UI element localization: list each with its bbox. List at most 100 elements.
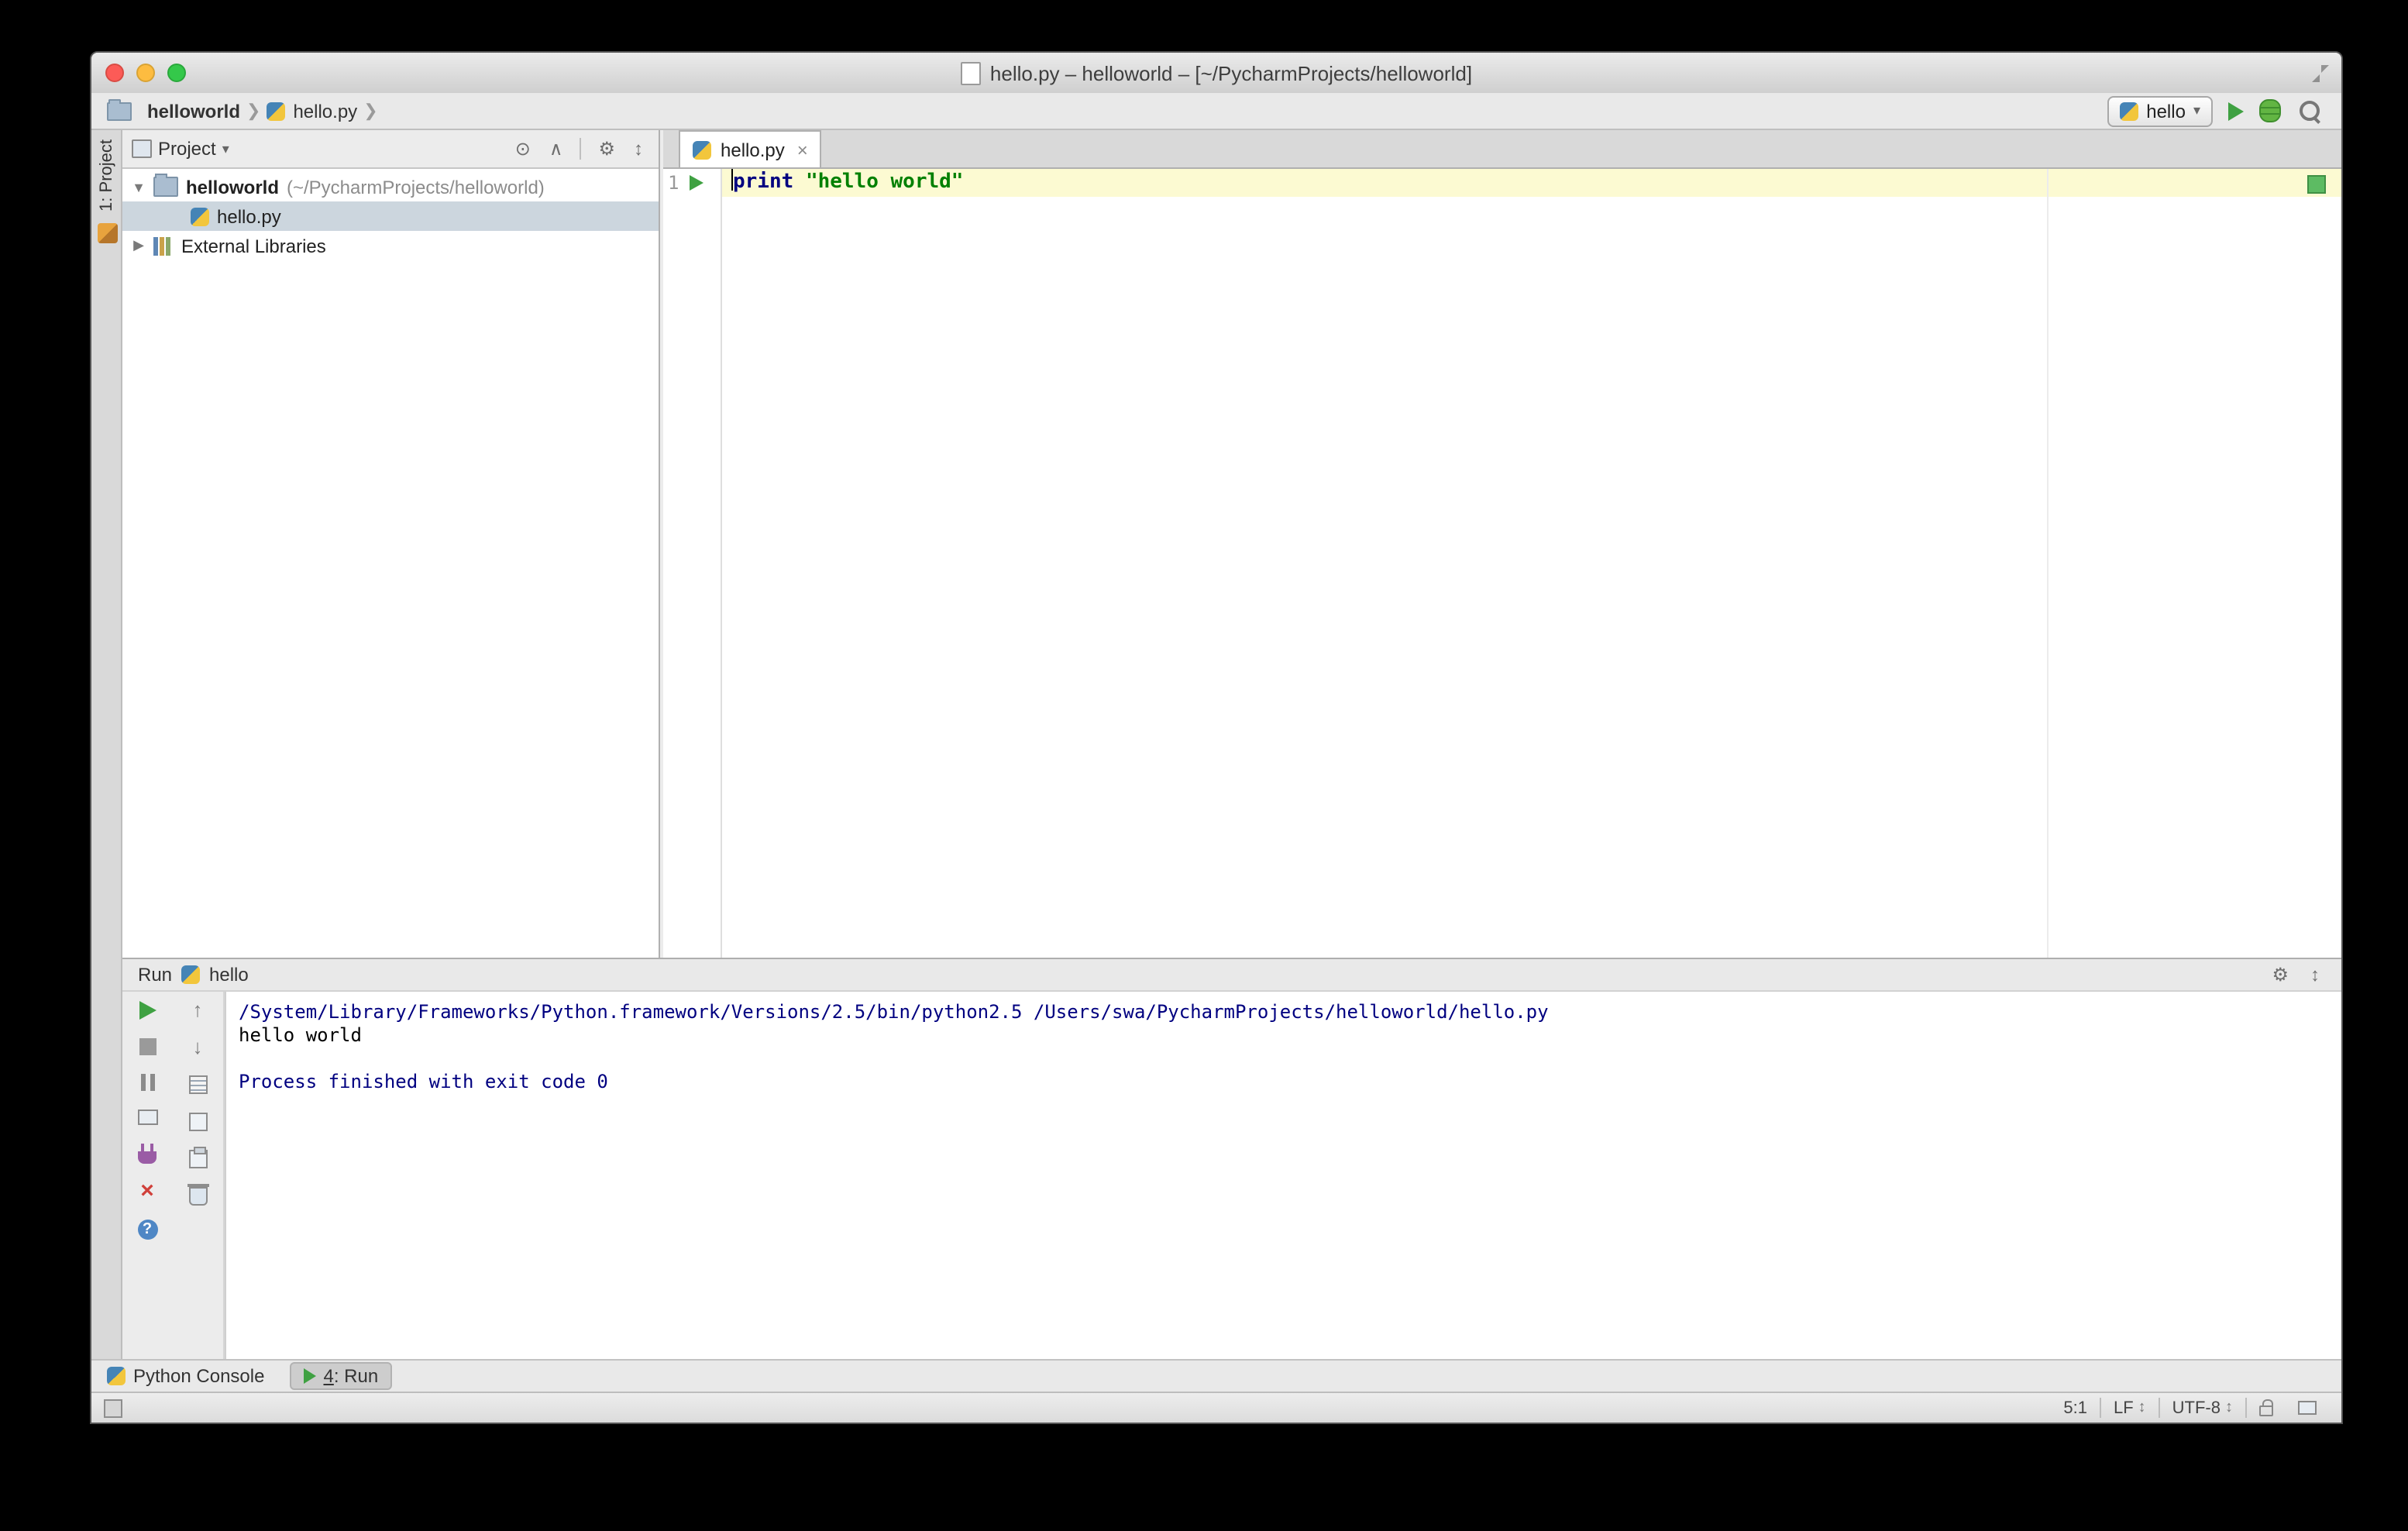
chevron-updown-icon: ↕ (2225, 1399, 2233, 1416)
tree-file-label: hello.py (217, 205, 281, 227)
chevron-right-icon: ❯ (246, 102, 261, 121)
run-panel-title: Run (138, 964, 173, 986)
caret-position-value: 5:1 (2063, 1399, 2087, 1417)
monitor-icon (2298, 1401, 2317, 1415)
editor-tab-hello-py[interactable]: hello.py × (679, 130, 822, 167)
locate-file-icon[interactable]: ⊙ (509, 138, 537, 160)
breadcrumb-file-label: hello.py (293, 100, 358, 122)
console-line: Process finished with exit code 0 (239, 1071, 608, 1092)
caret-position-widget[interactable]: 5:1 (2051, 1399, 2100, 1417)
project-root-path: (~/PycharmProjects/helloworld) (287, 176, 545, 198)
restore-layout-button[interactable] (137, 1110, 157, 1125)
rerun-button[interactable] (139, 1001, 156, 1020)
editor-gutter: 1 (663, 169, 722, 958)
code-line-1[interactable]: print "hello world" (731, 169, 963, 197)
run-toolbar-column-1: × ? (122, 992, 172, 1359)
left-tool-stripe: 1: Project (91, 130, 122, 1359)
run-console-output[interactable]: /System/Library/Frameworks/Python.framew… (225, 992, 2341, 1359)
external-libraries-label: External Libraries (181, 235, 326, 256)
status-bar-widgets: 5:1 LF ↕ UTF-8 ↕ (2051, 1398, 2329, 1418)
print-console-button[interactable] (188, 1147, 207, 1168)
tree-collapse-arrow-icon[interactable]: ▶ (132, 237, 146, 254)
chevron-right-icon: ❯ (363, 102, 378, 121)
encoding-widget[interactable]: UTF-8 ↕ (2160, 1399, 2245, 1417)
folder-icon (153, 174, 178, 197)
zoom-window-button[interactable] (167, 64, 186, 82)
clear-console-button[interactable] (187, 1184, 208, 1206)
run-button[interactable] (2228, 101, 2244, 120)
down-stack-trace-button[interactable]: ↓ (193, 1037, 203, 1057)
console-line: /System/Library/Frameworks/Python.framew… (239, 1001, 1549, 1023)
libraries-icon (153, 236, 174, 255)
editor-area: hello.py × 1 print "hello world" (663, 130, 2341, 958)
readonly-lock-widget[interactable] (2247, 1399, 2286, 1416)
python-file-icon (267, 101, 286, 120)
run-tab-selected[interactable]: 4: Run (289, 1362, 393, 1390)
run-icon (303, 1368, 316, 1384)
close-window-button[interactable] (105, 64, 124, 82)
settings-gear-icon[interactable]: ⚙ (2265, 964, 2295, 986)
run-configuration-select[interactable]: hello ▾ (2107, 95, 2213, 126)
tree-row-external-libraries[interactable]: ▶ External Libraries (122, 231, 659, 260)
title-bar[interactable]: hello.py – helloworld – [~/PycharmProjec… (91, 53, 2341, 95)
editor-tab-label: hello.py (721, 139, 785, 160)
run-toolbar-column-2: ↑ ↓ (172, 992, 225, 1359)
close-tab-icon[interactable]: × (797, 139, 808, 160)
line-number: 1 (668, 172, 679, 194)
folder-icon (107, 98, 132, 120)
editor-body[interactable]: 1 print "hello world" (663, 169, 2341, 958)
resize-grip-icon[interactable] (2312, 65, 2329, 82)
hide-panel-icon[interactable]: ↕ (2304, 964, 2326, 986)
line-separator-widget[interactable]: LF ↕ (2101, 1399, 2159, 1417)
project-panel: Project ▾ ⊙ ∧ ⚙ ↕ ▼ helloworld (~/Pychar… (122, 130, 660, 958)
toolbar-separator (580, 138, 582, 160)
pause-output-button[interactable] (140, 1074, 154, 1091)
console-line: hello world (239, 1024, 362, 1046)
window-title: hello.py – helloworld – [~/PycharmProjec… (989, 61, 1473, 84)
project-tool-window-icon (97, 223, 117, 244)
run-line-icon[interactable] (690, 175, 703, 191)
project-root-name: helloworld (186, 176, 279, 198)
attach-console-button[interactable] (138, 1144, 157, 1164)
run-panel-body: × ? ↑ ↓ /System/Library/Frameworks/Pytho… (122, 992, 2341, 1359)
run-tab-label: 4: Run (323, 1365, 378, 1387)
current-line-highlight (722, 169, 2341, 197)
run-tab-mnemonic: 4 (323, 1365, 334, 1387)
project-tool-window-tab[interactable]: 1: Project (91, 139, 122, 244)
tree-row-hello-py[interactable]: hello.py (122, 201, 659, 231)
minimize-window-button[interactable] (136, 64, 155, 82)
scroll-to-end-button[interactable] (188, 1113, 207, 1131)
chevron-down-icon: ▾ (2193, 102, 2200, 118)
run-tab-suffix: : Run (333, 1365, 379, 1387)
up-stack-trace-button[interactable]: ↑ (193, 999, 203, 1020)
project-panel-header: Project ▾ ⊙ ∧ ⚙ ↕ (122, 130, 659, 169)
screenshot-stage: hello.py – helloworld – [~/PycharmProjec… (0, 0, 2408, 1531)
python-file-icon (693, 140, 711, 159)
tree-expand-arrow-icon[interactable]: ▼ (132, 179, 146, 194)
soft-wrap-button[interactable] (188, 1075, 207, 1094)
breadcrumb-project[interactable]: helloworld (107, 98, 240, 122)
status-bar: 5:1 LF ↕ UTF-8 ↕ (91, 1392, 2341, 1423)
tree-row-project-root[interactable]: ▼ helloworld (~/PycharmProjects/hellowor… (122, 172, 659, 201)
debug-button[interactable] (2259, 99, 2281, 122)
hide-panel-icon[interactable]: ↕ (628, 138, 649, 160)
settings-gear-icon[interactable]: ⚙ (592, 138, 621, 160)
project-tree: ▼ helloworld (~/PycharmProjects/hellowor… (122, 169, 659, 260)
collapse-all-icon[interactable]: ∧ (543, 138, 569, 160)
project-view-select[interactable]: Project (158, 138, 216, 160)
encoding-value: UTF-8 (2172, 1399, 2221, 1417)
screen-reader-widget[interactable] (2286, 1401, 2329, 1415)
help-button[interactable]: ? (137, 1220, 157, 1240)
stop-button[interactable] (139, 1038, 156, 1055)
search-everywhere-icon[interactable] (2300, 101, 2320, 121)
python-console-tab[interactable]: Python Console (107, 1365, 264, 1387)
toggle-tool-buttons-icon[interactable] (104, 1399, 122, 1417)
chevron-down-icon[interactable]: ▾ (222, 140, 229, 157)
close-panel-button[interactable]: × (140, 1179, 154, 1202)
lock-icon (2259, 1399, 2273, 1416)
breadcrumb-file[interactable]: hello.py (267, 100, 357, 122)
python-icon (2120, 101, 2139, 120)
project-tab-label: 1: Project (98, 139, 116, 212)
inspection-status-icon[interactable] (2307, 175, 2326, 194)
